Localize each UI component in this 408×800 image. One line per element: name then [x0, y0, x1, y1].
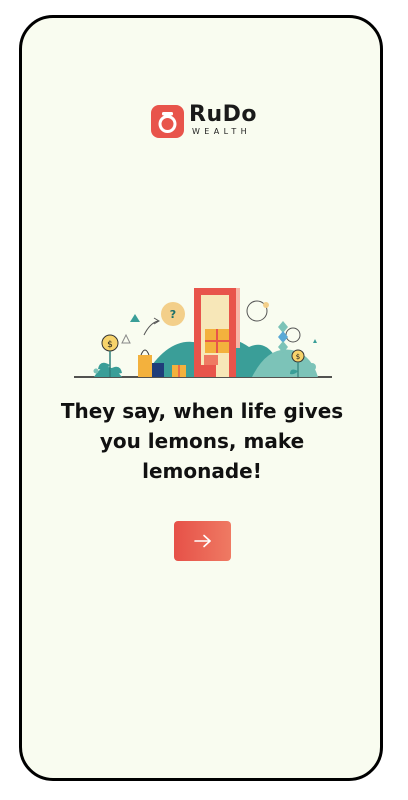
onboarding-headline: They say, when life gives you lemons, ma… — [60, 399, 344, 483]
logo-mark-icon — [151, 105, 184, 138]
svg-text:$: $ — [296, 353, 300, 361]
next-button[interactable] — [174, 521, 231, 561]
onboarding-illustration: ? $ $ — [74, 288, 332, 378]
svg-text:?: ? — [170, 308, 176, 321]
brand-logo: RuDo WEALTH — [151, 102, 261, 141]
brand-name: RuDo — [189, 102, 257, 127]
brand-subtitle: WEALTH — [192, 127, 252, 136]
arrow-right-icon — [193, 534, 211, 548]
svg-text:$: $ — [107, 340, 113, 350]
